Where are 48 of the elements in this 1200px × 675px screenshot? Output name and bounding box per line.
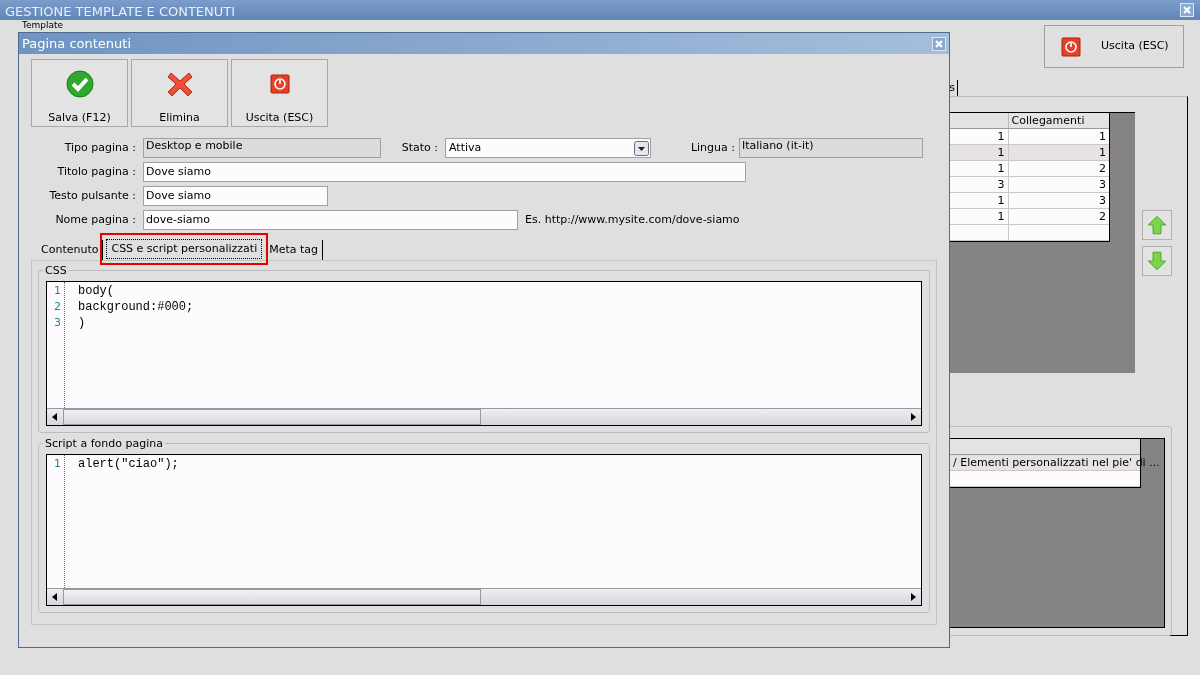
exit-button[interactable]: Uscita (ESC) [1044, 25, 1184, 68]
arrow-up-icon [1145, 213, 1169, 237]
group-label: Template [22, 20, 64, 31]
table-cell-text: 1 [1098, 145, 1107, 160]
line-number: 1 [53, 283, 62, 299]
hint-text: Es. http://www.mysite.com/dove-siamo [524, 211, 740, 228]
dialog-title: Pagina contenuti [22, 34, 132, 53]
exit-button[interactable]: Uscita (ESC) [231, 59, 328, 127]
input-field[interactable]: Dove siamo [143, 186, 328, 206]
close-icon[interactable] [932, 36, 946, 51]
move-button[interactable] [1142, 210, 1172, 240]
arrow-down-icon [1145, 249, 1169, 273]
table-cell-text: 3 [1098, 193, 1107, 208]
line-number: 2 [53, 299, 62, 315]
close-icon[interactable] [1180, 3, 1194, 17]
field-label: Stato : [400, 139, 439, 156]
power-icon [1061, 36, 1081, 57]
dropdown[interactable]: Attiva [445, 138, 651, 158]
code-editor[interactable]: 1 alert("ciao"); [46, 454, 922, 606]
code-line: background:#000; [78, 299, 194, 315]
code-line: alert("ciao"); [78, 456, 179, 472]
line-number: 1 [53, 456, 62, 472]
save-button[interactable]: Salva (F12) [31, 59, 128, 127]
code-line: body( [78, 283, 115, 299]
table-cell-text: 1 [1098, 129, 1107, 144]
field-label: Tipo pagina : [63, 139, 137, 156]
field-label: Nome pagina : [54, 211, 137, 228]
delete-button[interactable]: Elimina [131, 59, 228, 127]
table-cell-text: 2 [1098, 209, 1107, 224]
field-label: Titolo pagina : [56, 163, 137, 180]
input-field[interactable]: dove-siamo [143, 210, 518, 230]
check-icon [64, 69, 95, 98]
code-line: ) [78, 315, 87, 331]
move-button[interactable] [1142, 246, 1172, 276]
table-cell-text: 3 [1098, 177, 1107, 192]
readonly-field: Desktop e mobile [143, 138, 381, 158]
line-number: 3 [53, 315, 62, 331]
scroll-thumb[interactable] [63, 589, 481, 605]
field-label: Lingua : [689, 139, 736, 156]
tab[interactable]: Meta tag [265, 240, 324, 260]
scroll-thumb[interactable] [63, 409, 481, 425]
column-header: Collegamenti [1010, 113, 1086, 128]
code-editor[interactable]: 1 2 3 body( background:#000; ) [46, 281, 922, 426]
window-title: GESTIONE TEMPLATE E CONTENUTI [5, 3, 236, 21]
readonly-field: Italiano (it-it) [739, 138, 923, 158]
table-cell-text: 2 [1098, 161, 1107, 176]
input-field[interactable]: Dove siamo [143, 162, 746, 182]
field-label: Testo pulsante : [48, 187, 137, 204]
